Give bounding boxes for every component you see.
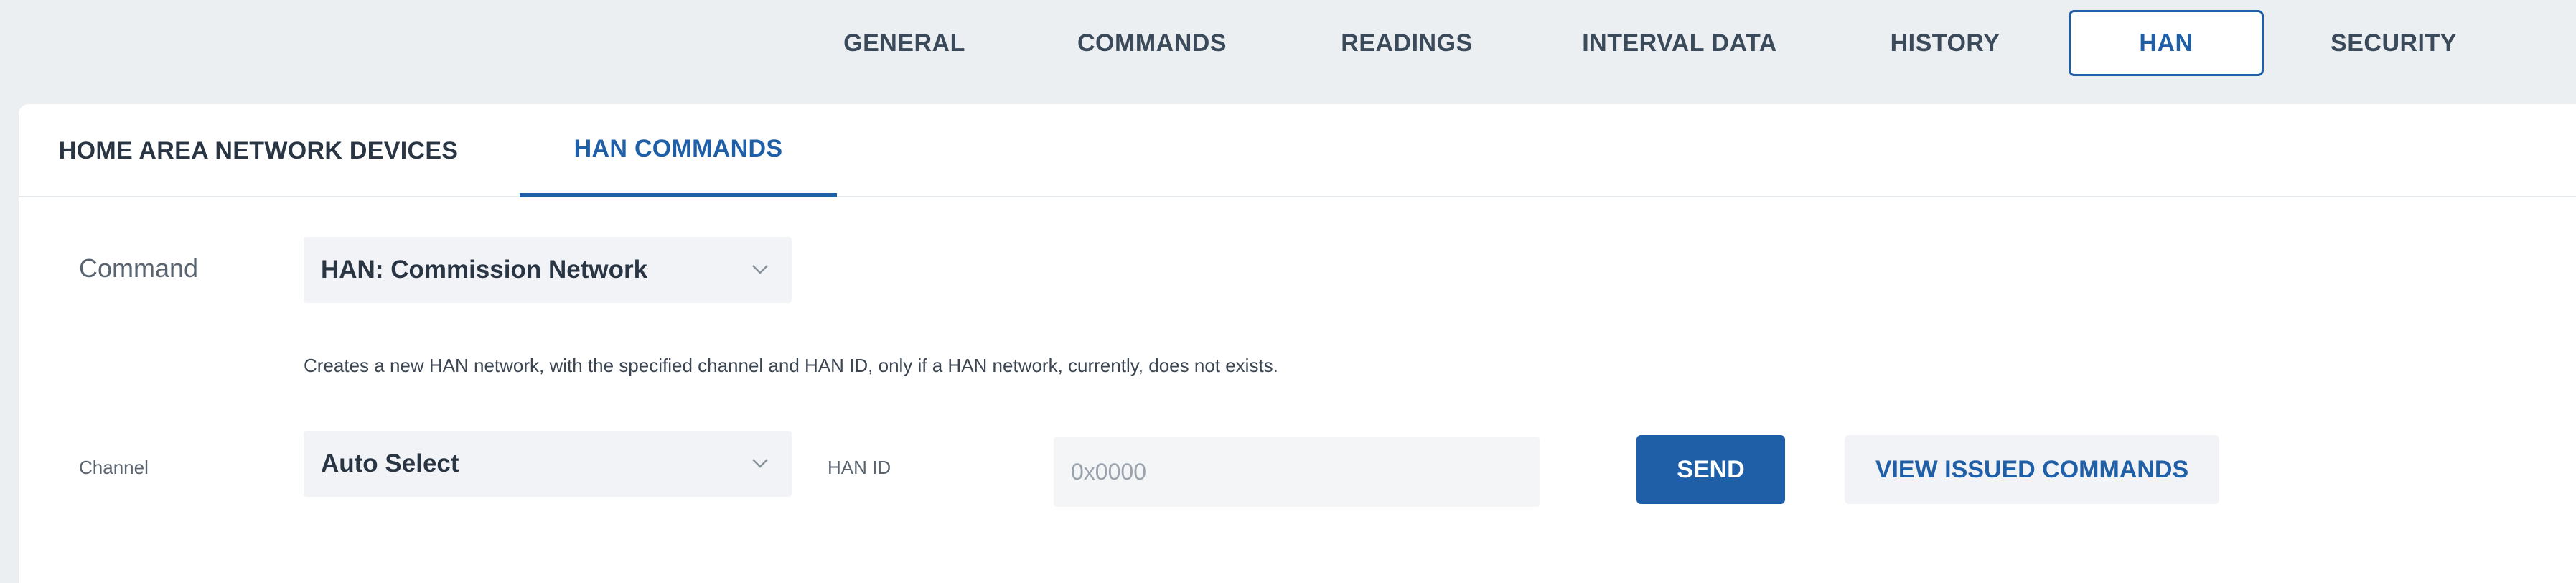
channel-select[interactable]: Auto Select (304, 431, 792, 497)
tab-general[interactable]: GENERAL (825, 10, 983, 76)
channel-label: Channel (79, 457, 149, 478)
tab-han-commands[interactable]: HAN COMMANDS (520, 104, 837, 197)
tab-home-area-network-devices[interactable]: HOME AREA NETWORK DEVICES (59, 104, 458, 197)
top-tab-bar: GENERAL COMMANDS READINGS INTERVAL DATA … (0, 0, 2576, 104)
channel-select-value: Auto Select (321, 449, 459, 477)
tab-commands[interactable]: COMMANDS (1062, 10, 1242, 76)
tab-readings[interactable]: READINGS (1321, 10, 1493, 76)
send-button[interactable]: SEND (1636, 435, 1785, 504)
command-select-value: HAN: Commission Network (321, 256, 648, 284)
view-issued-commands-button[interactable]: VIEW ISSUED COMMANDS (1845, 435, 2219, 504)
chevron-down-icon (752, 265, 768, 274)
tab-security[interactable]: SECURITY (2311, 10, 2476, 76)
command-description: Creates a new HAN network, with the spec… (304, 355, 1278, 376)
han-id-label: HAN ID (828, 457, 891, 478)
tab-history[interactable]: HISTORY (1866, 10, 2024, 76)
command-select[interactable]: HAN: Commission Network (304, 237, 792, 303)
chevron-down-icon (752, 459, 768, 468)
sub-tab-bar: HOME AREA NETWORK DEVICES HAN COMMANDS (19, 104, 2576, 197)
tab-interval-data[interactable]: INTERVAL DATA (1565, 10, 1794, 76)
han-panel: HOME AREA NETWORK DEVICES HAN COMMANDS (19, 104, 2576, 583)
tab-han[interactable]: HAN (2069, 10, 2264, 76)
han-id-input[interactable] (1054, 437, 1540, 507)
command-label: Command (79, 253, 199, 283)
